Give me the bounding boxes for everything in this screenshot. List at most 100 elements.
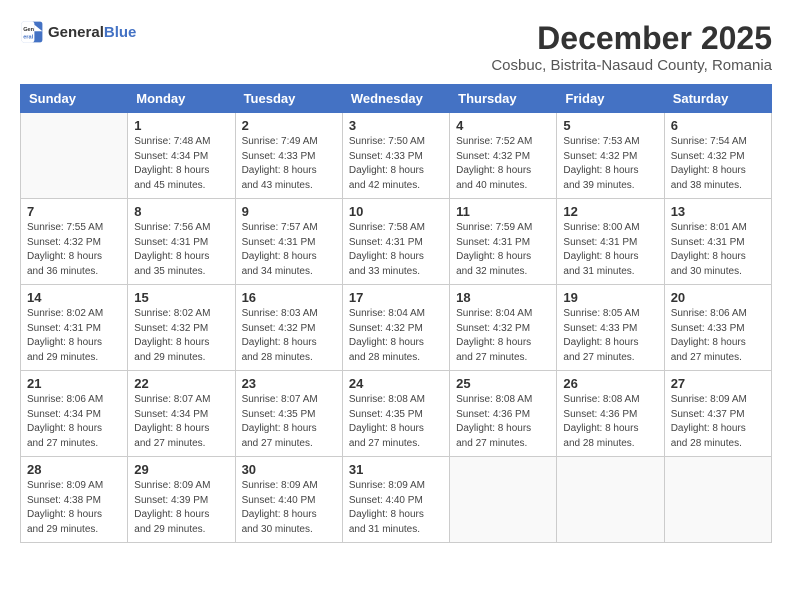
calendar-cell: 16Sunrise: 8:03 AM Sunset: 4:32 PM Dayli… [235, 285, 342, 371]
calendar-cell: 15 Sunrise: 8:02 AM Sunset: 4:32 PM Dayli… [128, 285, 235, 371]
logo-text-general: General [48, 24, 104, 41]
day-number: 27 [671, 376, 765, 391]
day-of-week-header: Wednesday [342, 85, 449, 113]
day-number: 20 [671, 290, 765, 305]
calendar-cell: 5 Sunrise: 7:53 AM Sunset: 4:32 PM Daylig… [557, 113, 664, 199]
calendar-table: SundayMondayTuesdayWednesdayThursdayFrid… [20, 84, 772, 543]
calendar-week-row: 21Sunrise: 8:06 AM Sunset: 4:34 PM Dayli… [21, 371, 772, 457]
calendar-cell: 13Sunrise: 8:01 AM Sunset: 4:31 PM Dayli… [664, 199, 771, 285]
calendar-cell [557, 457, 664, 543]
calendar-cell: 22 Sunrise: 8:07 AM Sunset: 4:34 PM Dayli… [128, 371, 235, 457]
day-info: Sunrise: 8:09 AM Sunset: 4:38 PM Dayligh… [27, 479, 121, 537]
calendar-header-row: SundayMondayTuesdayWednesdayThursdayFrid… [21, 85, 772, 113]
day-number: 19 [563, 290, 657, 305]
logo-divider: Blue [104, 24, 137, 41]
day-number: 12 [563, 204, 657, 219]
day-info: Sunrise: 8:08 AM Sunset: 4:35 PM Dayligh… [349, 393, 443, 451]
calendar-cell [450, 457, 557, 543]
svg-text:eral: eral [23, 34, 33, 40]
day-info: Sunrise: 8:09 AM Sunset: 4:39 PM Dayligh… [134, 479, 228, 537]
calendar-cell: 19 Sunrise: 8:05 AM Sunset: 4:33 PM Dayli… [557, 285, 664, 371]
calendar-cell: 29 Sunrise: 8:09 AM Sunset: 4:39 PM Dayli… [128, 457, 235, 543]
day-number: 4 [456, 118, 550, 133]
day-number: 2 [242, 118, 336, 133]
day-info: Sunrise: 7:54 AM Sunset: 4:32 PM Dayligh… [671, 135, 765, 193]
day-number: 18 [456, 290, 550, 305]
day-number: 15 [134, 290, 228, 305]
day-info: Sunrise: 7:49 AM Sunset: 4:33 PM Dayligh… [242, 135, 336, 193]
day-number: 10 [349, 204, 443, 219]
day-of-week-header: Friday [557, 85, 664, 113]
day-info: Sunrise: 7:48 AM Sunset: 4:34 PM Dayligh… [134, 135, 228, 193]
calendar-cell: 24 Sunrise: 8:08 AM Sunset: 4:35 PM Dayli… [342, 371, 449, 457]
calendar-cell: 2 Sunrise: 7:49 AM Sunset: 4:33 PM Daylig… [235, 113, 342, 199]
day-info: Sunrise: 8:04 AM Sunset: 4:32 PM Dayligh… [349, 307, 443, 365]
logo-icon: Gen eral [20, 20, 44, 44]
calendar-cell: 4 Sunrise: 7:52 AM Sunset: 4:32 PM Daylig… [450, 113, 557, 199]
calendar-cell: 9Sunrise: 7:57 AM Sunset: 4:31 PM Daylig… [235, 199, 342, 285]
calendar-cell: 26 Sunrise: 8:08 AM Sunset: 4:36 PM Dayli… [557, 371, 664, 457]
day-info: Sunrise: 8:09 AM Sunset: 4:40 PM Dayligh… [242, 479, 336, 537]
calendar-cell: 8 Sunrise: 7:56 AM Sunset: 4:31 PM Daylig… [128, 199, 235, 285]
day-info: Sunrise: 8:08 AM Sunset: 4:36 PM Dayligh… [563, 393, 657, 451]
day-info: Sunrise: 7:56 AM Sunset: 4:31 PM Dayligh… [134, 221, 228, 279]
day-info: Sunrise: 8:02 AM Sunset: 4:32 PM Dayligh… [134, 307, 228, 365]
day-number: 31 [349, 462, 443, 477]
day-info: Sunrise: 8:07 AM Sunset: 4:34 PM Dayligh… [134, 393, 228, 451]
day-number: 25 [456, 376, 550, 391]
day-info: Sunrise: 7:53 AM Sunset: 4:32 PM Dayligh… [563, 135, 657, 193]
calendar-cell: 28 Sunrise: 8:09 AM Sunset: 4:38 PM Dayli… [21, 457, 128, 543]
day-info: Sunrise: 8:06 AM Sunset: 4:34 PM Dayligh… [27, 393, 121, 451]
day-info: Sunrise: 7:58 AM Sunset: 4:31 PM Dayligh… [349, 221, 443, 279]
day-of-week-header: Saturday [664, 85, 771, 113]
day-number: 5 [563, 118, 657, 133]
calendar-cell: 12Sunrise: 8:00 AM Sunset: 4:31 PM Dayli… [557, 199, 664, 285]
calendar-cell [664, 457, 771, 543]
day-info: Sunrise: 8:02 AM Sunset: 4:31 PM Dayligh… [27, 307, 121, 365]
day-info: Sunrise: 8:09 AM Sunset: 4:37 PM Dayligh… [671, 393, 765, 451]
day-info: Sunrise: 8:09 AM Sunset: 4:40 PM Dayligh… [349, 479, 443, 537]
day-info: Sunrise: 7:55 AM Sunset: 4:32 PM Dayligh… [27, 221, 121, 279]
calendar-cell: 10 Sunrise: 7:58 AM Sunset: 4:31 PM Dayli… [342, 199, 449, 285]
calendar-cell: 6Sunrise: 7:54 AM Sunset: 4:32 PM Daylig… [664, 113, 771, 199]
day-number: 26 [563, 376, 657, 391]
day-number: 7 [27, 204, 121, 219]
day-info: Sunrise: 8:07 AM Sunset: 4:35 PM Dayligh… [242, 393, 336, 451]
day-number: 13 [671, 204, 765, 219]
day-info: Sunrise: 8:06 AM Sunset: 4:33 PM Dayligh… [671, 307, 765, 365]
day-number: 24 [349, 376, 443, 391]
day-number: 29 [134, 462, 228, 477]
calendar-cell: 18Sunrise: 8:04 AM Sunset: 4:32 PM Dayli… [450, 285, 557, 371]
day-number: 14 [27, 290, 121, 305]
day-number: 3 [349, 118, 443, 133]
day-info: Sunrise: 7:50 AM Sunset: 4:33 PM Dayligh… [349, 135, 443, 193]
title-section: December 2025 Cosbuc, Bistrita-Nasaud Co… [491, 20, 772, 74]
calendar-cell: 1Sunrise: 7:48 AM Sunset: 4:34 PM Daylig… [128, 113, 235, 199]
day-info: Sunrise: 8:05 AM Sunset: 4:33 PM Dayligh… [563, 307, 657, 365]
calendar-cell: 3 Sunrise: 7:50 AM Sunset: 4:33 PM Daylig… [342, 113, 449, 199]
calendar-week-row: 7 Sunrise: 7:55 AM Sunset: 4:32 PM Daylig… [21, 199, 772, 285]
calendar-title: December 2025 [491, 20, 772, 57]
calendar-cell: 20 Sunrise: 8:06 AM Sunset: 4:33 PM Dayli… [664, 285, 771, 371]
day-number: 8 [134, 204, 228, 219]
calendar-cell: 31 Sunrise: 8:09 AM Sunset: 4:40 PM Dayli… [342, 457, 449, 543]
svg-text:Gen: Gen [23, 27, 34, 33]
calendar-cell: 7 Sunrise: 7:55 AM Sunset: 4:32 PM Daylig… [21, 199, 128, 285]
calendar-cell: 11Sunrise: 7:59 AM Sunset: 4:31 PM Dayli… [450, 199, 557, 285]
calendar-cell: 21Sunrise: 8:06 AM Sunset: 4:34 PM Dayli… [21, 371, 128, 457]
day-number: 16 [242, 290, 336, 305]
day-info: Sunrise: 7:59 AM Sunset: 4:31 PM Dayligh… [456, 221, 550, 279]
day-number: 28 [27, 462, 121, 477]
day-info: Sunrise: 8:08 AM Sunset: 4:36 PM Dayligh… [456, 393, 550, 451]
day-of-week-header: Sunday [21, 85, 128, 113]
calendar-cell: 14 Sunrise: 8:02 AM Sunset: 4:31 PM Dayli… [21, 285, 128, 371]
calendar-cell: 17Sunrise: 8:04 AM Sunset: 4:32 PM Dayli… [342, 285, 449, 371]
logo: Gen eral General Blue [20, 20, 136, 44]
page-header: Gen eral General Blue December 2025 Cosb… [20, 20, 772, 74]
calendar-cell: 25 Sunrise: 8:08 AM Sunset: 4:36 PM Dayli… [450, 371, 557, 457]
day-of-week-header: Tuesday [235, 85, 342, 113]
calendar-subtitle: Cosbuc, Bistrita-Nasaud County, Romania [491, 57, 772, 74]
day-info: Sunrise: 7:52 AM Sunset: 4:32 PM Dayligh… [456, 135, 550, 193]
day-number: 22 [134, 376, 228, 391]
calendar-cell: 30Sunrise: 8:09 AM Sunset: 4:40 PM Dayli… [235, 457, 342, 543]
